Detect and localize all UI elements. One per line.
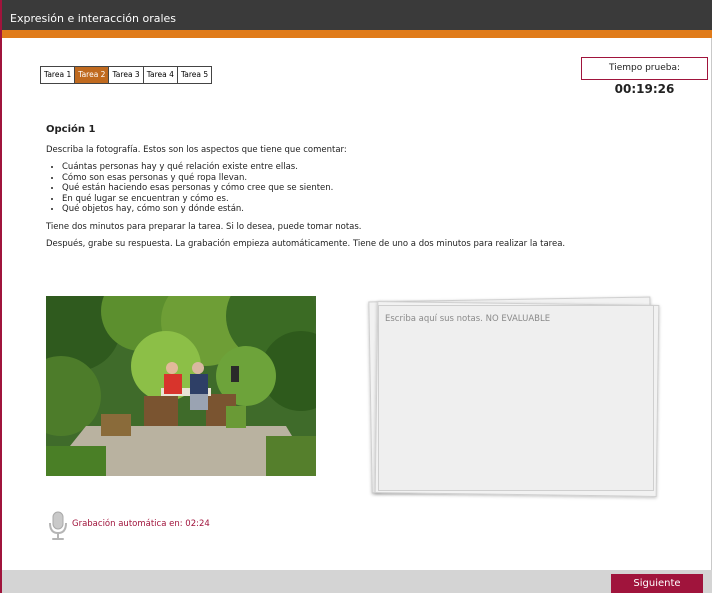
footer-bar <box>2 570 712 593</box>
option-title: Opción 1 <box>46 124 96 135</box>
microphone-icon <box>47 510 69 542</box>
task-tabs: Tarea 1 Tarea 2 Tarea 3 Tarea 4 Tarea 5 <box>40 66 213 84</box>
tab-tarea-5[interactable]: Tarea 5 <box>177 67 212 83</box>
test-timer: Tiempo prueba: 00:19:26 <box>581 57 708 96</box>
tab-tarea-3[interactable]: Tarea 3 <box>109 67 144 83</box>
record-text: Después, grabe su respuesta. La grabació… <box>46 238 566 249</box>
aspect-item: Cómo son esas personas y qué ropa llevan… <box>62 173 666 184</box>
window-title: Expresión e interacción orales <box>2 0 712 38</box>
tab-tarea-4[interactable]: Tarea 4 <box>143 67 178 83</box>
tab-tarea-2[interactable]: Tarea 2 <box>75 67 110 83</box>
aspect-item: Qué están haciendo esas personas y cómo … <box>62 183 666 194</box>
tab-tarea-1[interactable]: Tarea 1 <box>41 67 76 83</box>
notes-area <box>368 296 662 497</box>
app-frame: Expresión e interacción orales Tarea 1 T… <box>0 0 712 593</box>
task-intro: Describa la fotografía. Estos son los as… <box>46 145 347 155</box>
aspect-item: En qué lugar se encuentran y cómo es. <box>62 194 666 205</box>
task-instructions: Opción 1 Describa la fotografía. Estos s… <box>46 124 666 256</box>
notes-textarea[interactable] <box>378 305 654 491</box>
timer-label: Tiempo prueba: <box>608 63 681 73</box>
task-photo <box>46 296 316 476</box>
garden-photo-illustration <box>46 296 316 476</box>
auto-recording-countdown: Grabación automática en: 02:24 <box>72 519 210 529</box>
timer-value: 00:19:26 <box>614 82 675 96</box>
aspects-list: Cuántas personas hay y qué relación exis… <box>46 162 666 215</box>
prep-text: Tiene dos minutos para preparar la tarea… <box>46 221 362 232</box>
aspect-item: Cuántas personas hay y qué relación exis… <box>62 162 666 173</box>
aspect-item: Qué objetos hay, cómo son y dónde están. <box>62 204 666 215</box>
next-button[interactable]: Siguiente <box>611 574 703 593</box>
